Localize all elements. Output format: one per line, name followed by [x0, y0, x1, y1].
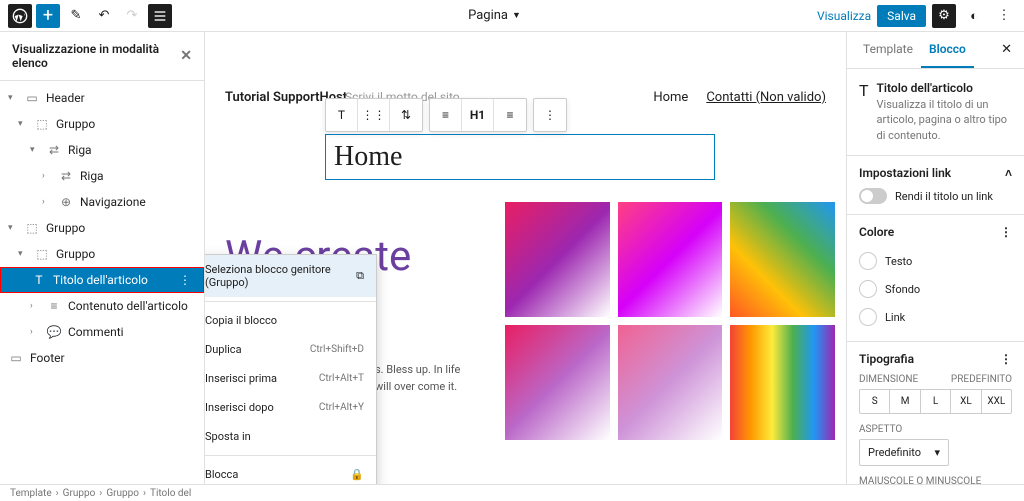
tree-item-comments[interactable]: ›💬Commenti — [0, 319, 204, 345]
document-title[interactable]: Pagina — [468, 8, 508, 23]
block-type-icon[interactable]: T — [326, 99, 358, 131]
ctx-move-to[interactable]: Sposta in — [205, 422, 376, 451]
color-text[interactable]: Testo — [859, 247, 1012, 275]
size-XXL[interactable]: XXL — [982, 390, 1011, 413]
tree-item-row[interactable]: ›⇄Riga — [0, 163, 204, 189]
tab-template[interactable]: Template — [855, 32, 921, 68]
gallery-image[interactable] — [618, 202, 723, 317]
ctx-duplicate[interactable]: DuplicaCtrl+Shift+D — [205, 335, 376, 364]
ctx-insert-before[interactable]: Inserisci primaCtrl+Alt+T — [205, 364, 376, 393]
size-XL[interactable]: XL — [951, 390, 981, 413]
color-heading: Colore — [859, 225, 894, 239]
color-background[interactable]: Sfondo — [859, 275, 1012, 303]
add-block-button[interactable]: + — [36, 4, 60, 28]
size-L[interactable]: L — [921, 390, 951, 413]
heading-level-button[interactable]: H1 — [462, 99, 494, 131]
drag-handle-icon[interactable]: ⋮⋮ — [358, 99, 390, 131]
close-icon[interactable]: ✕ — [997, 32, 1016, 68]
breadcrumb-item[interactable]: Titolo del — [150, 488, 191, 499]
image-gallery — [505, 202, 835, 440]
nav-link-home[interactable]: Home — [653, 90, 688, 105]
chevron-down-icon: ▼ — [512, 10, 521, 21]
gallery-image[interactable] — [618, 325, 723, 440]
typography-heading: Tipografia — [859, 352, 914, 366]
block-tree: ▾▭Header ▾⬚Gruppo ▾⇄Riga ›⇄Riga ›⊕Naviga… — [0, 81, 204, 484]
link-toggle[interactable] — [859, 188, 887, 204]
tree-item-post-title[interactable]: TTitolo dell'articolo⋮ — [0, 267, 204, 293]
move-up-down-icon[interactable]: ⇅ — [390, 99, 422, 131]
list-view-title: Visualizzazione in modalità elenco — [12, 42, 180, 70]
align-button[interactable]: ≡ — [430, 99, 462, 131]
chevron-up-icon[interactable]: ˄ — [1005, 166, 1012, 180]
ctx-lock[interactable]: Blocca🔒 — [205, 460, 376, 484]
tree-item-group[interactable]: ▾⬚Gruppo — [0, 215, 204, 241]
block-description: Visualizza il titolo di un articolo, pag… — [877, 97, 1012, 143]
options-button[interactable]: ⋮ — [992, 4, 1016, 28]
lock-icon: 🔒 — [350, 468, 364, 481]
block-icon: T — [859, 81, 869, 143]
tree-item-group[interactable]: ▾⬚Gruppo — [0, 111, 204, 137]
styles-button[interactable]: ◐ — [962, 4, 986, 28]
size-M[interactable]: M — [890, 390, 920, 413]
gallery-image[interactable] — [730, 202, 835, 317]
ctx-select-parent[interactable]: Seleziona blocco genitore (Gruppo)⧉ — [205, 255, 376, 297]
ctx-copy[interactable]: Copia il blocco — [205, 306, 376, 335]
gallery-image[interactable] — [730, 325, 835, 440]
options-icon[interactable]: ⋮ — [1000, 352, 1012, 366]
hero-subtext[interactable]: s. Bless up. In life will over come it. — [375, 362, 460, 395]
chevron-down-icon: ▾ — [934, 446, 940, 459]
breadcrumb-item[interactable]: Template — [10, 488, 52, 499]
color-link[interactable]: Link — [859, 303, 1012, 331]
list-view-button[interactable] — [148, 4, 172, 28]
copy-icon: ⧉ — [356, 269, 364, 283]
undo-button[interactable]: ↶ — [92, 4, 116, 28]
tree-item-navigation[interactable]: ›⊕Navigazione — [0, 189, 204, 215]
context-menu: Seleziona blocco genitore (Gruppo)⧉ Copi… — [205, 254, 377, 484]
block-toolbar: T ⋮⋮ ⇅ ≡ H1 ≡ ⋮ — [325, 98, 567, 132]
breadcrumb-item[interactable]: Gruppo — [63, 488, 96, 499]
save-button[interactable]: Salva — [877, 5, 926, 27]
ctx-insert-after[interactable]: Inserisci dopoCtrl+Alt+Y — [205, 393, 376, 422]
appearance-select[interactable]: Predefinito▾ — [859, 439, 949, 466]
settings-button[interactable]: ⚙ — [932, 4, 956, 28]
gallery-image[interactable] — [505, 325, 610, 440]
more-options-button[interactable]: ⋮ — [534, 99, 566, 131]
options-icon[interactable]: ⋮ — [1000, 225, 1012, 239]
tab-block[interactable]: Blocco — [921, 32, 974, 68]
tree-item-post-content[interactable]: ›≡Contenuto dell'articolo — [0, 293, 204, 319]
breadcrumb: Template › Gruppo › Gruppo › Titolo del — [0, 484, 1024, 501]
block-name: Titolo dell'articolo — [877, 81, 1012, 95]
tree-item-group[interactable]: ▾⬚Gruppo — [0, 241, 204, 267]
post-title-input[interactable]: Home — [325, 134, 715, 180]
view-button[interactable]: Visualizza — [817, 9, 871, 23]
wordpress-logo[interactable] — [8, 4, 32, 28]
tree-item-footer[interactable]: ▭Footer — [0, 345, 204, 371]
link-settings-heading: Impostazioni link — [859, 166, 951, 180]
size-selector: SMLXLXXL — [859, 389, 1012, 414]
edit-mode-icon[interactable]: ✎ — [64, 4, 88, 28]
breadcrumb-item[interactable]: Gruppo — [106, 488, 139, 499]
size-S[interactable]: S — [860, 390, 890, 413]
text-align-button[interactable]: ≡ — [494, 99, 526, 131]
tree-item-header[interactable]: ▾▭Header — [0, 85, 204, 111]
close-icon[interactable]: ✕ — [180, 48, 192, 64]
redo-button[interactable]: ↷ — [120, 4, 144, 28]
gallery-image[interactable] — [505, 202, 610, 317]
tree-item-row[interactable]: ▾⇄Riga — [0, 137, 204, 163]
nav-link-contact[interactable]: Contatti (Non valido) — [706, 90, 826, 105]
item-options-icon[interactable]: ⋮ — [175, 273, 195, 287]
